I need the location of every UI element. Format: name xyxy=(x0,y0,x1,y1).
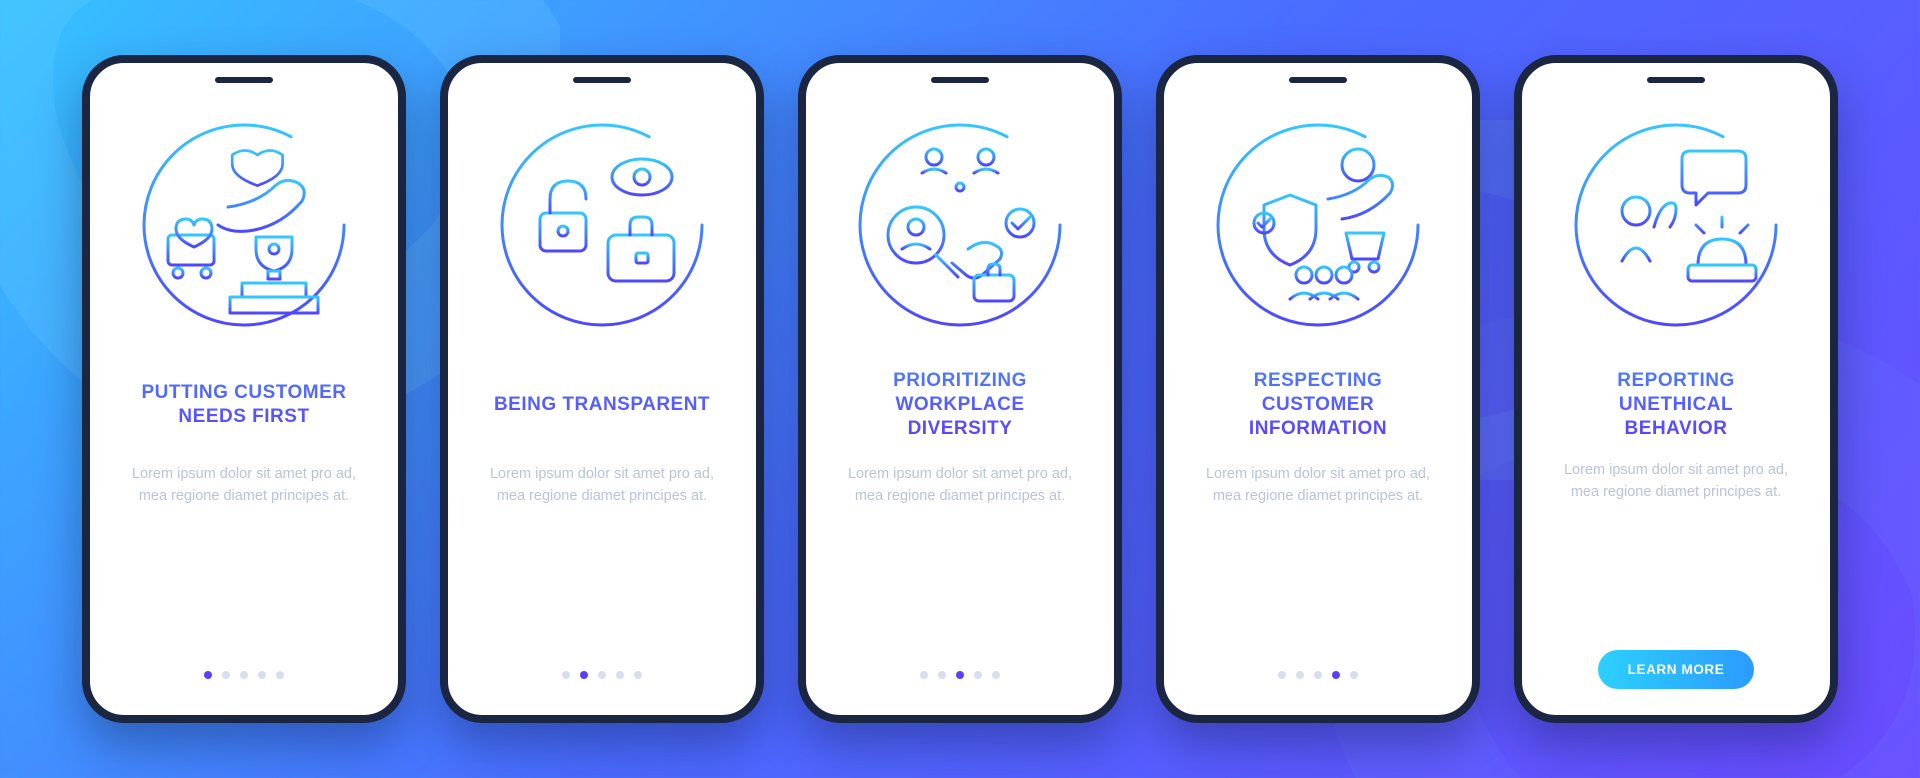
dot-1[interactable] xyxy=(204,671,212,679)
transparency-icon xyxy=(492,115,712,335)
dot-2[interactable] xyxy=(938,671,946,679)
card-description: Lorem ipsum dolor sit amet pro ad, mea r… xyxy=(1198,463,1438,508)
dot-1[interactable] xyxy=(1278,671,1286,679)
customer-first-icon xyxy=(134,115,354,335)
page-indicator xyxy=(204,671,284,679)
customer-info-icon xyxy=(1208,115,1428,335)
card-title: RESPECTING CUSTOMER INFORMATION xyxy=(1243,369,1393,441)
dot-5[interactable] xyxy=(1350,671,1358,679)
card-description: Lorem ipsum dolor sit amet pro ad, mea r… xyxy=(840,463,1080,508)
page-indicator xyxy=(562,671,642,679)
onboarding-card-5: REPORTING UNETHICAL BEHAVIOR Lorem ipsum… xyxy=(1514,55,1838,723)
dot-5[interactable] xyxy=(992,671,1000,679)
dot-4[interactable] xyxy=(1332,671,1340,679)
dot-1[interactable] xyxy=(562,671,570,679)
card-title: PRIORITIZING WORKPLACE DIVERSITY xyxy=(887,369,1033,441)
diversity-icon xyxy=(850,115,1070,335)
card-description: Lorem ipsum dolor sit amet pro ad, mea r… xyxy=(1556,459,1796,504)
dot-3[interactable] xyxy=(1314,671,1322,679)
dot-5[interactable] xyxy=(634,671,642,679)
dot-4[interactable] xyxy=(974,671,982,679)
page-indicator xyxy=(920,671,1000,679)
dot-3[interactable] xyxy=(956,671,964,679)
page-indicator xyxy=(1278,671,1358,679)
onboarding-card-1: PUTTING CUSTOMER NEEDS FIRST Lorem ipsum… xyxy=(82,55,406,723)
dot-2[interactable] xyxy=(222,671,230,679)
card-title: BEING TRANSPARENT xyxy=(488,369,716,441)
dot-2[interactable] xyxy=(580,671,588,679)
onboarding-card-3: PRIORITIZING WORKPLACE DIVERSITY Lorem i… xyxy=(798,55,1122,723)
dot-4[interactable] xyxy=(616,671,624,679)
dot-2[interactable] xyxy=(1296,671,1304,679)
dot-1[interactable] xyxy=(920,671,928,679)
learn-more-button[interactable]: LEARN MORE xyxy=(1598,650,1755,689)
onboarding-card-2: BEING TRANSPARENT Lorem ipsum dolor sit … xyxy=(440,55,764,723)
card-title: PUTTING CUSTOMER NEEDS FIRST xyxy=(135,369,352,441)
phone-row: PUTTING CUSTOMER NEEDS FIRST Lorem ipsum… xyxy=(0,0,1920,778)
dot-3[interactable] xyxy=(598,671,606,679)
report-unethical-icon xyxy=(1566,115,1786,335)
onboarding-card-4: RESPECTING CUSTOMER INFORMATION Lorem ip… xyxy=(1156,55,1480,723)
dot-4[interactable] xyxy=(258,671,266,679)
card-description: Lorem ipsum dolor sit amet pro ad, mea r… xyxy=(124,463,364,508)
dot-3[interactable] xyxy=(240,671,248,679)
dot-5[interactable] xyxy=(276,671,284,679)
card-description: Lorem ipsum dolor sit amet pro ad, mea r… xyxy=(482,463,722,508)
card-title: REPORTING UNETHICAL BEHAVIOR xyxy=(1611,369,1740,441)
